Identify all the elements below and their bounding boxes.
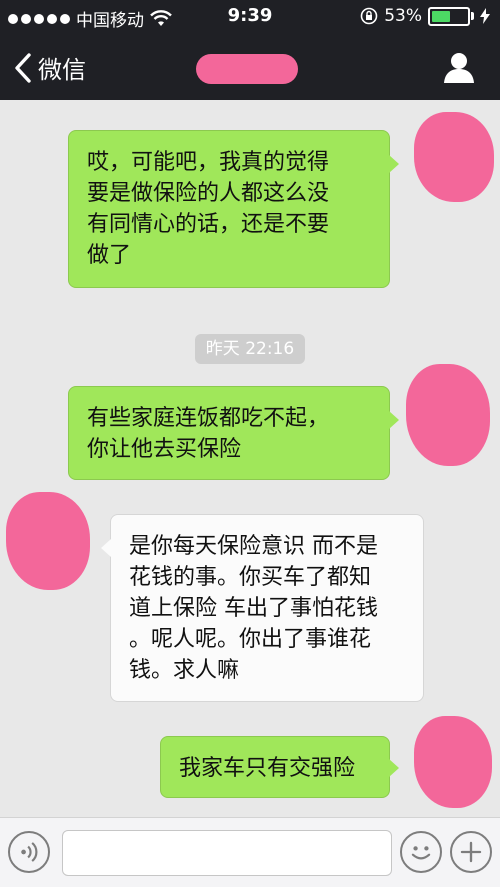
person-icon[interactable] bbox=[442, 50, 476, 84]
message-bubble[interactable]: 是你每天保险意识 而不是 花钱的事。你买车了都知 道上保险 车出了事怕花钱 。呢… bbox=[101, 514, 424, 702]
charging-icon bbox=[480, 8, 490, 24]
my-avatar[interactable] bbox=[414, 716, 492, 808]
input-bar bbox=[0, 817, 500, 887]
my-avatar[interactable] bbox=[406, 364, 490, 466]
message-bubble[interactable]: 有些家庭连饭都吃不起， 你让他去买保险 bbox=[68, 386, 399, 480]
emoji-icon[interactable] bbox=[400, 831, 442, 873]
back-label: 微信 bbox=[38, 56, 86, 84]
message-text: 是你每天保险意识 而不是 花钱的事。你买车了都知 道上保险 车出了事怕花钱 。呢… bbox=[129, 534, 378, 683]
status-right: 53% bbox=[360, 6, 490, 26]
chevron-left-icon bbox=[15, 52, 31, 83]
message-text: 有些家庭连饭都吃不起， 你让他去买保险 bbox=[87, 406, 330, 462]
chat-area[interactable]: 哎，可能吧，我真的觉得 要是做保险的人都这么没 有同情心的话，还是不要 做了 昨… bbox=[0, 100, 500, 817]
message-bubble[interactable]: 我家车只有交强险 bbox=[160, 736, 399, 798]
message-input[interactable] bbox=[62, 830, 392, 876]
nav-bar: 微信 bbox=[0, 32, 500, 100]
message-text: 哎，可能吧，我真的觉得 要是做保险的人都这么没 有同情心的话，还是不要 做了 bbox=[87, 150, 330, 268]
voice-icon[interactable] bbox=[8, 831, 50, 873]
my-avatar[interactable] bbox=[414, 112, 494, 202]
battery-icon bbox=[428, 6, 470, 26]
message-bubble[interactable]: 哎，可能吧，我真的觉得 要是做保险的人都这么没 有同情心的话，还是不要 做了 bbox=[68, 130, 399, 288]
plus-icon[interactable] bbox=[450, 831, 492, 873]
rotation-lock-icon bbox=[360, 7, 378, 25]
contact-avatar[interactable] bbox=[6, 492, 90, 590]
back-button[interactable]: 微信 bbox=[14, 50, 86, 85]
timestamp: 昨天 22:16 bbox=[195, 334, 305, 364]
battery-percent: 53% bbox=[384, 6, 422, 26]
message-text: 我家车只有交强险 bbox=[179, 756, 356, 781]
status-bar: 中国移动 9:39 53% bbox=[0, 0, 500, 32]
redacted-contact-name bbox=[196, 54, 298, 84]
